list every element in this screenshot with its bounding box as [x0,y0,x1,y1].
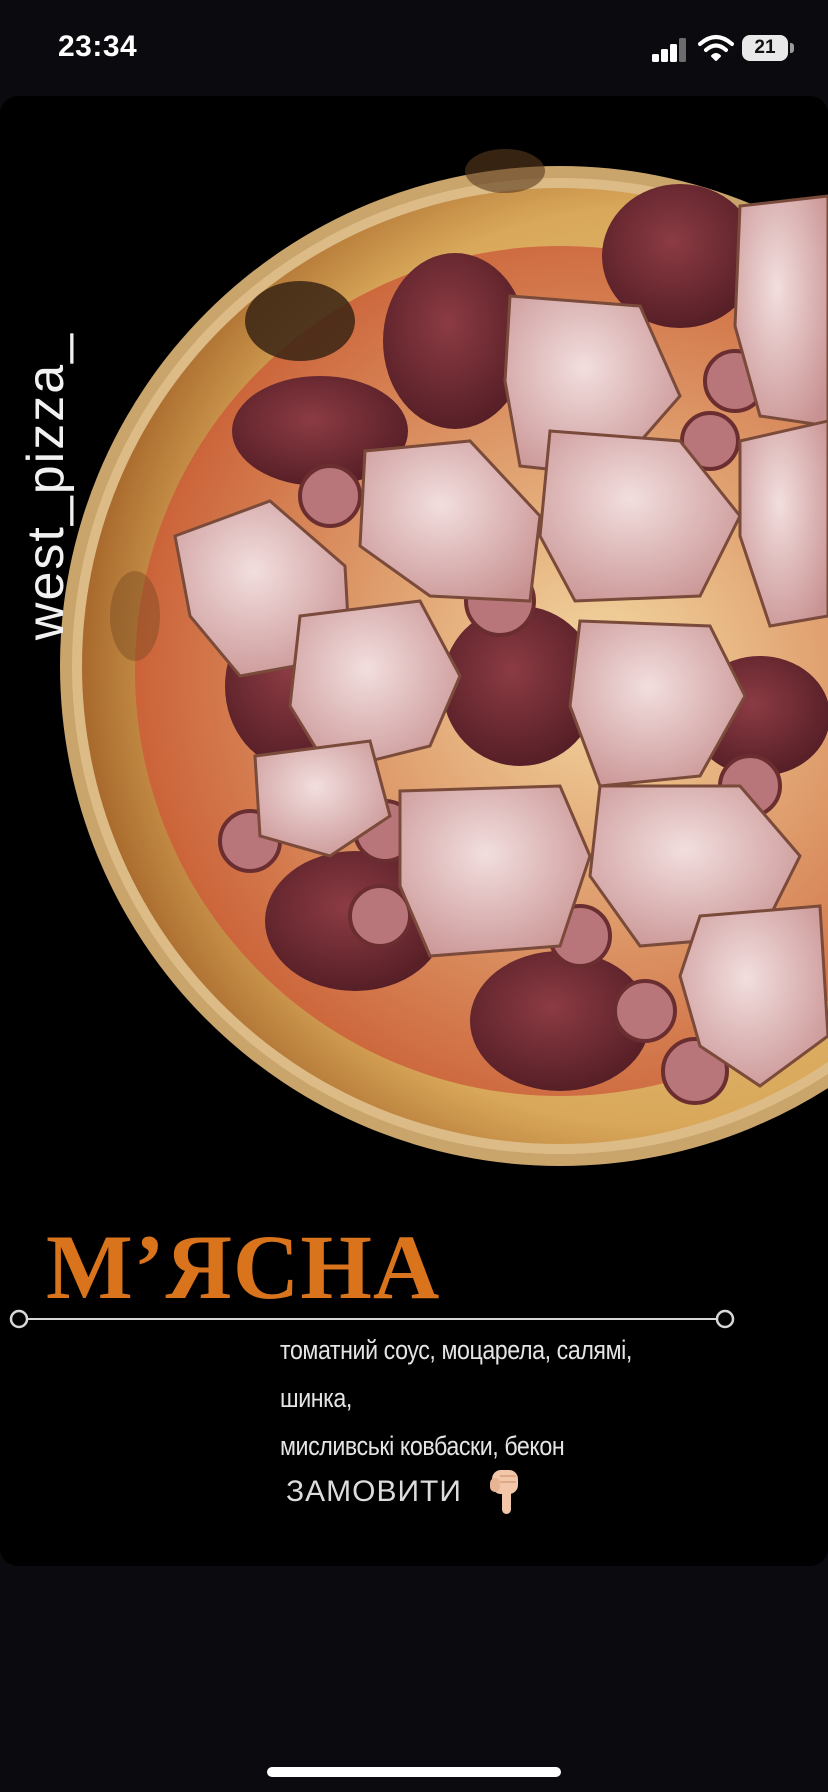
order-label: ЗАМОВИТИ [286,1475,462,1508]
brand-name: west_pizza_ [17,331,75,641]
story-card[interactable]: west_pizza_ М’ЯСНА томатний соус, моцаре… [0,96,828,1566]
ingredients-line-2: мисливські ковбаски, бекон [280,1431,565,1461]
pointing-down-hand-icon [489,1470,518,1514]
battery-icon: 21 [742,35,788,61]
pizza-title: М’ЯСНА [46,1216,441,1318]
battery-cap [790,43,794,53]
wifi-icon [698,35,734,61]
status-time: 23:34 [58,30,138,63]
status-bar: 23:34 21 [0,0,828,96]
ingredients-line-1: томатний соус, моцарела, салямі, шинка, [280,1335,632,1413]
signal-icon [652,38,688,62]
pizza-image [60,149,828,1166]
order-link[interactable]: ЗАМОВИТИ [286,1466,526,1518]
home-indicator[interactable] [267,1767,561,1777]
ingredients-text: томатний соус, моцарела, салямі, шинка, … [280,1326,676,1470]
battery-level: 21 [754,37,776,58]
